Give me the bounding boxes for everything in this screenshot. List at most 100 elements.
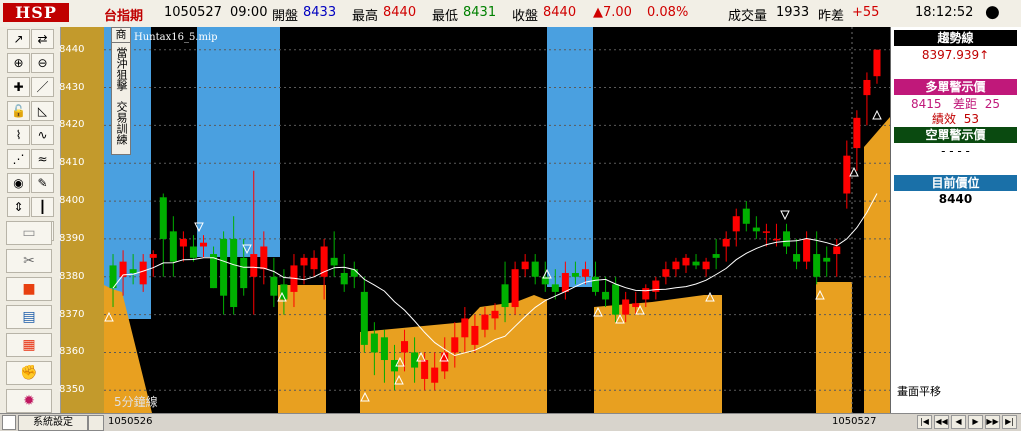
candle-body <box>793 254 801 262</box>
candle-body <box>551 284 559 292</box>
hsp-logo: HSP <box>3 3 69 22</box>
close-value: 8440 <box>543 5 577 20</box>
globe-icon[interactable]: ◉ <box>7 173 30 193</box>
candle-body <box>370 333 378 353</box>
left-toolbar: ↗⇄⊕⊖✚／🔓◺⌇∿⋰≈◉✎⇕┃↻▭✂■▤▦✊✹ <box>0 27 61 413</box>
position-title: 目前價位 <box>894 175 1017 191</box>
stop-icon[interactable]: ■ <box>6 277 52 301</box>
checkbox-icon[interactable] <box>2 415 16 430</box>
zoom-out-icon[interactable]: ⊖ <box>31 53 54 73</box>
wave-icon[interactable]: ∿ <box>31 125 54 145</box>
y-tick-label: 8420 <box>59 119 85 131</box>
candle-body <box>712 254 720 258</box>
short-alert-title: 空單警示價 <box>894 127 1017 143</box>
candle-body <box>752 227 760 232</box>
symbol-name: 台指期 <box>104 9 144 24</box>
candle-body <box>732 216 740 232</box>
position-value: 8440 <box>938 192 973 206</box>
line-tool-icon[interactable]: ↗ <box>7 29 30 49</box>
fan-icon[interactable]: ⋰ <box>7 149 30 169</box>
chart-icon[interactable]: ⌇ <box>7 125 30 145</box>
folder-icon[interactable]: ▭ <box>6 221 52 245</box>
short-zone <box>547 27 593 287</box>
candle-body <box>642 288 650 300</box>
close-window-button[interactable]: ● <box>985 2 1000 22</box>
diff-value: +55 <box>852 5 880 20</box>
menu-toggle-button[interactable] <box>88 415 104 431</box>
lock-icon[interactable]: 🔓 <box>7 101 30 121</box>
pen-icon[interactable]: ／ <box>31 77 54 97</box>
candle-body <box>169 231 177 262</box>
timeframe-label: 5分鐘線 <box>114 395 158 409</box>
low-value: 8431 <box>463 5 497 20</box>
candle-body <box>461 318 469 338</box>
candle-body <box>823 257 831 262</box>
strategy-text-2: 交易訓練 <box>115 101 128 145</box>
nav-button-4[interactable]: ▶▶ <box>985 415 1000 429</box>
candle-body <box>451 337 459 353</box>
price-axis: 8350 8360 8370 8380 8390 8400 8410 8420 8430 8440 <box>59 27 104 413</box>
edit-icon[interactable]: ✎ <box>31 173 54 193</box>
candle-body <box>139 261 147 285</box>
candle-body <box>853 117 861 149</box>
cross-wave-icon[interactable]: ≈ <box>31 149 54 169</box>
crosshair-icon[interactable]: ✚ <box>7 77 30 97</box>
y-tick-label: 8400 <box>59 195 85 207</box>
perf-value: 53 <box>963 112 979 126</box>
pan-label: 畫面平移 <box>897 385 941 398</box>
y-tick-label: 8350 <box>59 384 85 396</box>
report-icon[interactable]: ▤ <box>6 305 52 329</box>
candle-body <box>270 276 278 296</box>
candle-body <box>511 269 519 308</box>
strategy-panel: 商 當沖狙擊 交易訓練 <box>111 27 131 155</box>
nav-button-5[interactable]: ▶| <box>1002 415 1017 429</box>
candle-body <box>431 367 439 383</box>
candle-body <box>622 299 630 315</box>
nav-button-2[interactable]: ◀ <box>951 415 966 429</box>
candle-body <box>481 314 489 330</box>
axis-date-2: 1050527 <box>832 416 877 427</box>
close-label: 收盤 <box>512 9 539 24</box>
strategy-text-1: 當沖狙擊 <box>115 47 128 91</box>
candle-body <box>421 360 429 379</box>
nav-button-0[interactable]: |◀ <box>917 415 932 429</box>
candle-body <box>531 261 539 277</box>
candle-body <box>813 254 821 277</box>
candle-body <box>602 291 610 300</box>
arrows-icon[interactable]: ⇕ <box>7 197 30 217</box>
chart-svg <box>104 27 890 413</box>
open-value: 8433 <box>303 5 337 20</box>
high-value: 8440 <box>383 5 417 20</box>
candle-body <box>300 257 308 266</box>
ruler-icon[interactable]: ◺ <box>31 101 54 121</box>
candle-body <box>199 242 208 247</box>
candle-body <box>189 246 197 258</box>
candle-body <box>672 261 680 270</box>
candle-body <box>521 261 529 270</box>
nav-button-3[interactable]: ▶ <box>968 415 983 429</box>
system-settings-button[interactable]: 系統設定 <box>18 415 88 431</box>
candle-body <box>340 272 348 285</box>
candle-body <box>179 238 187 247</box>
candles-icon[interactable]: ┃ <box>31 197 54 217</box>
burst-icon[interactable]: ✹ <box>6 389 52 413</box>
nav-button-1[interactable]: ◀◀ <box>934 415 949 429</box>
candle-body <box>722 238 730 247</box>
grid-icon[interactable]: ▦ <box>6 333 52 357</box>
bottom-bar: 系統設定 1050526 1050527 |◀ ◀◀ ◀ ▶ ▶▶ ▶| <box>0 413 1021 431</box>
short-zone <box>197 27 280 257</box>
tools-icon[interactable]: ✂ <box>6 249 52 273</box>
clock: 18:12:52 <box>915 5 974 20</box>
candle-body <box>401 341 409 353</box>
candle-body <box>220 238 228 296</box>
candle-body <box>843 155 851 194</box>
zoom-in-icon[interactable]: ⊕ <box>7 53 30 73</box>
candle-body <box>662 269 670 277</box>
candlestick-chart[interactable]: 商 當沖狙擊 交易訓練 Huntax16_5.mip 5分鐘線 <box>104 27 890 413</box>
y-tick-label: 8370 <box>59 308 85 320</box>
split-icon[interactable]: ⇄ <box>31 29 54 49</box>
candle-body <box>782 231 791 247</box>
gloves-icon[interactable]: ✊ <box>6 361 52 385</box>
candle-body <box>159 197 167 239</box>
y-tick-label: 8360 <box>59 346 85 358</box>
